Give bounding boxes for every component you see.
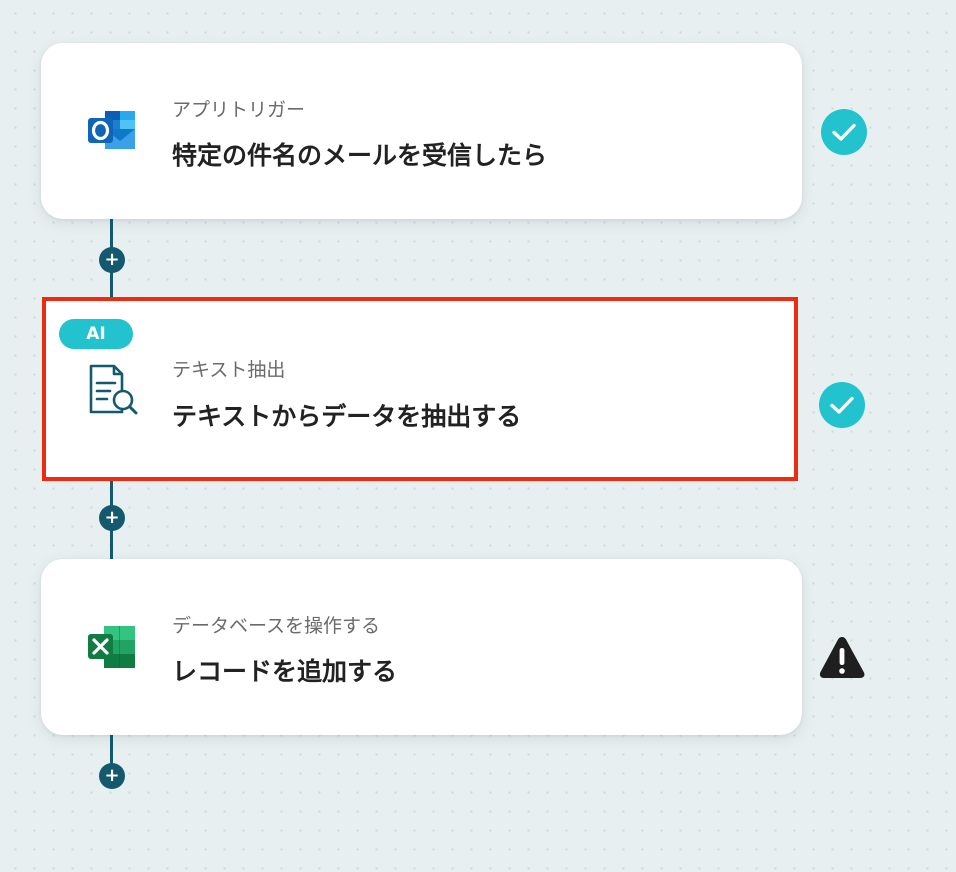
step-type-label: テキスト抽出	[172, 359, 286, 381]
document-search-icon	[84, 361, 140, 417]
step-type-label: データベースを操作する	[172, 615, 381, 637]
warning-icon	[818, 634, 866, 682]
check-circle-icon	[820, 108, 868, 156]
ai-badge: AI	[59, 319, 133, 349]
add-step-button[interactable]: +	[99, 763, 125, 789]
add-step-button[interactable]: +	[99, 247, 125, 273]
flow-step-card[interactable]: アプリトリガー 特定の件名のメールを受信したら	[41, 43, 802, 219]
step-title: レコードを追加する	[172, 657, 398, 686]
step-title: テキストからデータを抽出する	[172, 402, 522, 431]
check-circle-icon	[818, 381, 866, 429]
outlook-icon	[85, 103, 141, 159]
excel-icon	[85, 619, 141, 675]
flow-step-card[interactable]: データベースを操作する レコードを追加する	[41, 559, 802, 735]
add-step-button[interactable]: +	[99, 505, 125, 531]
step-type-label: アプリトリガー	[172, 99, 306, 121]
flow-step-card-selected[interactable]: AI テキスト抽出 テキストからデータを抽出する	[42, 297, 798, 481]
step-title: 特定の件名のメールを受信したら	[172, 141, 548, 170]
